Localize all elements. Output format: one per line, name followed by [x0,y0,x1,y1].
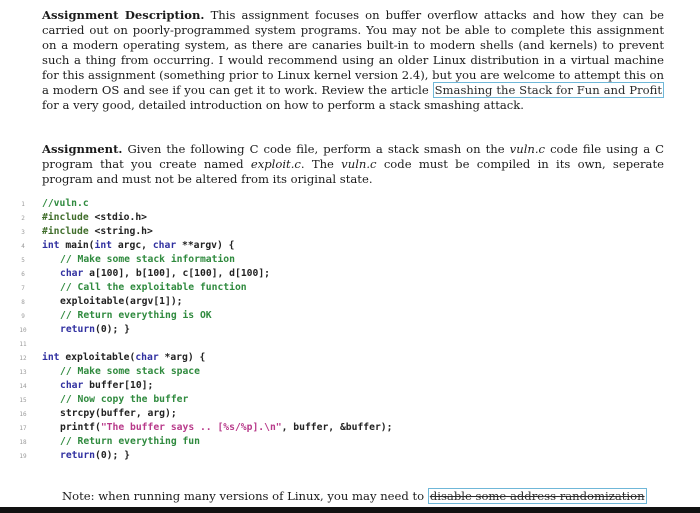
line-number: 12 [19,355,27,362]
line-number: 5 [21,257,25,264]
code-preprocessor: #include [42,226,89,237]
assignment-paragraph: Assignment. Given the following C code f… [42,142,664,187]
note-text: Note: when running many versions of Linu… [62,489,428,503]
line-number: 8 [21,299,25,306]
code-line: 7 // Call the exploitable function [0,282,700,296]
code-text: <stdio.h> [88,212,148,223]
code-text: **argv) { [176,240,235,251]
code-line: 14 char buffer[10]; [0,380,700,394]
line-number: 11 [19,341,27,348]
code-keyword: int [94,240,113,251]
code-line: 6 char a[100], b[100], c[100], d[100]; [0,268,700,282]
code-line: 8 exploitable(argv[1]); [0,296,700,310]
code-line: 5 // Make some stack information [0,254,700,268]
disable-address-randomization-link[interactable]: disable some address randomization [427,488,647,504]
code-text: <string.h> [88,226,153,237]
code-preprocessor: #include [42,212,89,223]
document-page: Assignment Description. This assignment … [0,0,700,513]
code-line: 4 int main(int argc, char **argv) { [0,240,700,254]
code-text: argc, [112,240,153,251]
assignment-description-paragraph: Assignment Description. This assignment … [42,8,664,113]
code-text: strcpy(buffer, arg); [60,408,177,419]
code-keyword: int [42,352,60,363]
code-text: , buffer, &buffer); [281,422,393,433]
line-number: 18 [19,439,27,446]
code-line: 1 //vuln.c [0,198,700,212]
code-text: (0); } [95,450,130,461]
code-text: exploitable(argv[1]); [60,296,183,307]
bottom-edge-bar [0,507,700,513]
line-number: 15 [19,397,27,404]
line-number: 7 [21,285,25,292]
code-line: 12 int exploitable(char *arg) { [0,352,700,366]
description-text-b: for a very good, detailed introduction o… [42,98,524,112]
line-number: 13 [19,369,27,376]
code-keyword: char [60,380,84,391]
code-keyword: return [60,450,95,461]
line-number: 19 [19,453,27,460]
code-line: 10 return(0); } [0,324,700,338]
line-number: 10 [19,327,27,334]
code-keyword: char [60,268,84,279]
line-number: 2 [21,215,25,222]
code-comment: // Call the exploitable function [60,282,247,293]
code-text: a[100], b[100], c[100], d[100]; [83,268,270,279]
vuln-file-name-2: vuln.c [341,157,377,171]
line-number: 3 [21,229,25,236]
code-line: 15 // Now copy the buffer [0,394,700,408]
code-line: 17 printf("The buffer says .. [%s/%p].\n"… [0,422,700,436]
code-comment: // Make some stack information [60,254,235,265]
assignment-heading: Assignment. [42,142,123,156]
code-keyword: int [42,240,60,251]
exploit-file-name: exploit.c [250,157,301,171]
line-number: 9 [21,313,25,320]
line-number: 14 [19,383,27,390]
code-text: main( [59,240,95,251]
code-text: buffer[10]; [83,380,154,391]
assignment-text-a: Given the following C code file, perform… [122,142,510,156]
code-line: 19 return(0); } [0,450,700,464]
description-heading: Assignment Description. [42,8,205,22]
code-line: 2 #include <stdio.h> [0,212,700,226]
code-line: 11 [0,338,700,352]
code-string: "The buffer says .. [%s/%p].\n" [100,422,282,433]
line-number: 4 [21,243,25,250]
code-keyword: char [152,240,177,251]
code-line: 16 strcpy(buffer, arg); [0,408,700,422]
code-line: 9 // Return everything is OK [0,310,700,324]
vuln-file-name: vuln.c [509,142,546,156]
code-comment: // Make some stack space [60,366,200,377]
assignment-text-c: . The [300,157,342,171]
code-comment: // Now copy the buffer [60,394,189,405]
line-number: 17 [19,425,27,432]
code-line: 13 // Make some stack space [0,366,700,380]
note-paragraph: Note: when running many versions of Linu… [62,488,692,504]
code-keyword: return [60,324,95,335]
smashing-the-stack-link[interactable]: Smashing the Stack for Fun and Profit [432,82,664,98]
code-line: 18 // Return everything fun [0,436,700,450]
code-text: *arg) { [158,352,206,363]
code-comment: // Return everything is OK [60,310,212,321]
line-number: 1 [21,201,25,208]
code-comment: //vuln.c [42,198,89,209]
code-text: exploitable( [59,352,136,363]
line-number: 16 [19,411,27,418]
code-text: (0); } [95,324,130,335]
code-comment: // Return everything fun [60,436,200,447]
code-line: 3 #include <string.h> [0,226,700,240]
code-text: printf( [60,422,101,433]
code-keyword: char [135,352,159,363]
line-number: 6 [21,271,25,278]
